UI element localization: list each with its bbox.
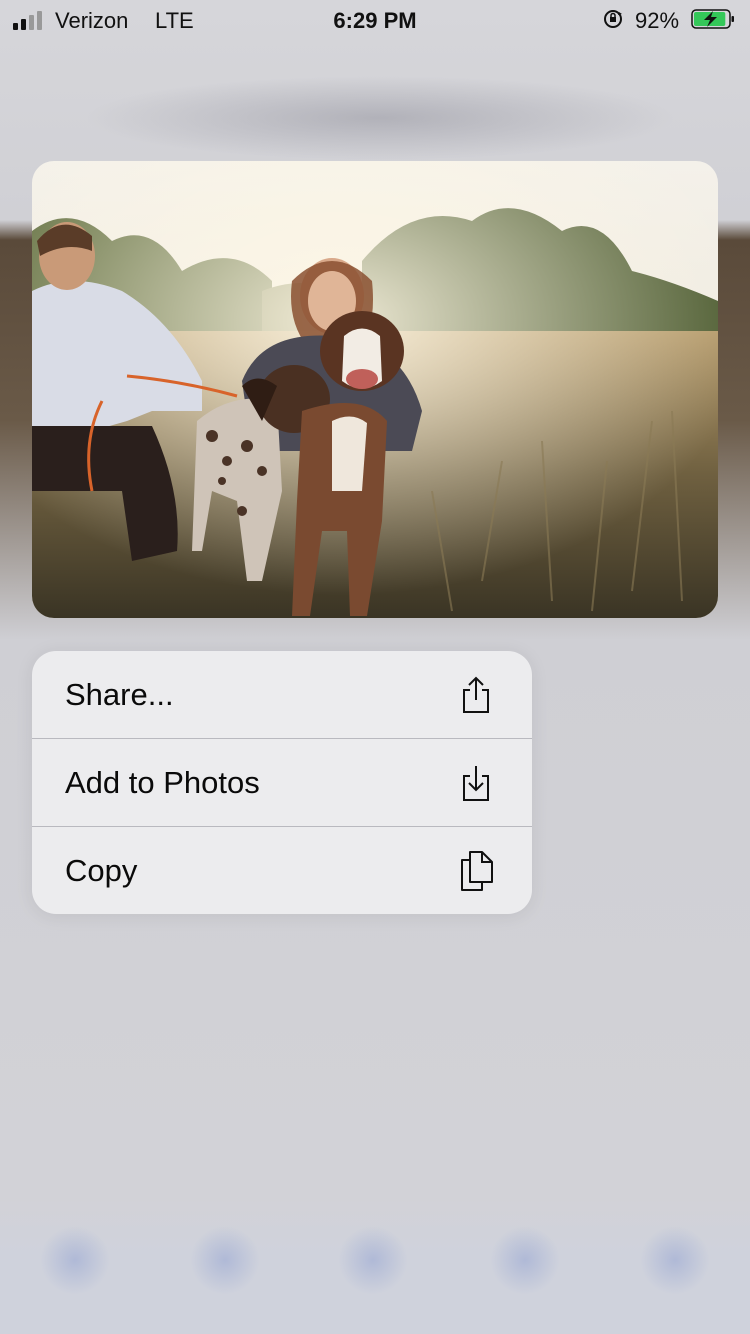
blurred-tab-bar <box>0 1200 750 1334</box>
menu-item-copy[interactable]: Copy <box>32 827 532 914</box>
menu-item-add-to-photos[interactable]: Add to Photos <box>32 739 532 826</box>
orientation-lock-icon <box>604 10 622 28</box>
photo-couple-with-dogs <box>32 161 718 618</box>
blurred-tab-icon <box>190 1225 260 1295</box>
blurred-tab-icon <box>40 1225 110 1295</box>
menu-item-label: Add to Photos <box>65 764 260 800</box>
image-preview[interactable] <box>32 161 718 618</box>
menu-item-label: Share... <box>65 676 174 712</box>
copy-icon <box>458 850 494 891</box>
menu-item-share[interactable]: Share... <box>32 651 532 738</box>
context-menu: Share... Add to Photos Copy <box>32 651 532 914</box>
blurred-tab-icon <box>338 1225 408 1295</box>
battery-charging-icon <box>691 9 734 29</box>
blurred-tab-icon <box>640 1225 710 1295</box>
blurred-tab-icon <box>490 1225 560 1295</box>
share-icon <box>458 675 494 715</box>
save-to-photos-icon <box>458 763 494 803</box>
menu-item-label: Copy <box>65 852 138 888</box>
battery-percentage: 92% <box>635 8 680 33</box>
status-bar: Verizon LTE 6:29 PM 92% <box>0 0 750 40</box>
